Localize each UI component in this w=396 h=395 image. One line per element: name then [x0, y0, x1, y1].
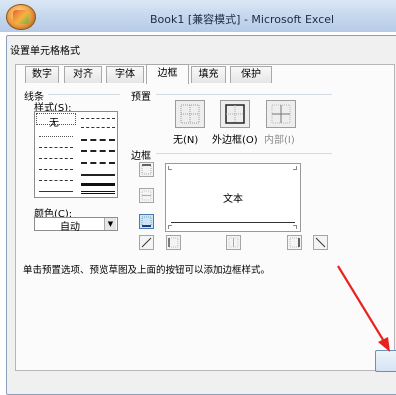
diagonal-down-icon — [315, 237, 326, 248]
app-title: Book1 [兼容模式] - Microsoft Excel — [150, 13, 335, 26]
line-style-dash-dot[interactable] — [39, 169, 73, 170]
border-inside-vertical-button[interactable] — [226, 235, 241, 250]
border-top-button[interactable] — [139, 162, 154, 177]
line-style-thin[interactable] — [39, 191, 73, 192]
line-style-medium-dash-dot-dot[interactable] — [81, 118, 115, 119]
preset-none-button[interactable] — [175, 100, 205, 128]
tab-font[interactable]: 字体 — [106, 66, 144, 83]
border-diagonal-up-button[interactable] — [139, 235, 154, 250]
color-value: 自动 — [60, 222, 80, 233]
line-style-dotted[interactable] — [39, 147, 73, 148]
dialog-title: 设置单元格格式 — [10, 46, 80, 57]
line-style-medium-dash-dot[interactable] — [81, 139, 115, 141]
tab-border[interactable]: 边框 — [146, 64, 189, 84]
border-bottom-icon — [141, 216, 152, 227]
preview-bottom-border-line — [171, 222, 295, 223]
line-style-double[interactable] — [81, 191, 115, 194]
presets-divider — [156, 94, 332, 95]
preset-inside-label: 内部(I) — [264, 135, 295, 146]
tab-alignment[interactable]: 对齐 — [64, 66, 102, 83]
border-left-button[interactable] — [166, 235, 181, 250]
line-style-medium[interactable] — [81, 174, 115, 176]
border-top-icon — [141, 164, 152, 175]
preset-inside-icon — [271, 104, 291, 124]
border-hint-text: 单击预置选项、预览草图及上面的按钮可以添加边框样式。 — [23, 265, 271, 276]
line-style-none-label: 无 — [49, 118, 59, 129]
border-right-button[interactable] — [287, 235, 302, 250]
line-group-divider — [48, 94, 120, 95]
border-left-icon — [168, 237, 179, 248]
presets-group-label: 预置 — [131, 92, 151, 103]
border-diagonal-down-button[interactable] — [313, 235, 328, 250]
chevron-down-icon[interactable]: ▼ — [104, 218, 116, 230]
tab-protection[interactable]: 保护 — [230, 66, 272, 83]
tab-fill[interactable]: 填充 — [191, 66, 226, 83]
line-style-medium-dashed-2[interactable] — [81, 162, 115, 164]
diagonal-up-icon — [141, 237, 152, 248]
line-style-dash-dot-dot[interactable] — [39, 158, 73, 159]
preset-outline-button[interactable] — [220, 100, 250, 128]
preset-none-label: 无(N) — [173, 135, 199, 146]
border-inside-vertical-icon — [228, 237, 239, 248]
preview-corner-mark — [293, 225, 297, 229]
preview-corner-mark — [293, 166, 297, 170]
border-divider — [156, 153, 332, 154]
border-right-icon — [289, 237, 300, 248]
border-bottom-button[interactable] — [139, 214, 154, 229]
preset-outline-icon — [225, 104, 245, 124]
preset-outline-label: 外边框(O) — [212, 135, 258, 146]
ok-button[interactable] — [375, 350, 396, 372]
preview-corner-mark — [168, 166, 172, 170]
line-style-hairline[interactable] — [39, 136, 73, 137]
tab-number[interactable]: 数字 — [25, 66, 59, 83]
preview-corner-mark — [168, 225, 172, 229]
border-group-label: 边框 — [131, 151, 151, 162]
line-style-slanted-dash-dot[interactable] — [81, 127, 115, 128]
line-style-medium-dashed[interactable] — [81, 150, 115, 152]
line-style-dashed[interactable] — [39, 180, 73, 181]
preset-none-icon — [180, 104, 200, 124]
line-style-thick[interactable] — [81, 183, 115, 186]
border-inside-horizontal-icon — [141, 190, 152, 201]
preset-inside-button[interactable] — [266, 100, 296, 128]
border-inside-horizontal-button[interactable] — [139, 188, 154, 203]
preview-text: 文本 — [223, 194, 243, 205]
office-logo-icon — [13, 10, 29, 24]
